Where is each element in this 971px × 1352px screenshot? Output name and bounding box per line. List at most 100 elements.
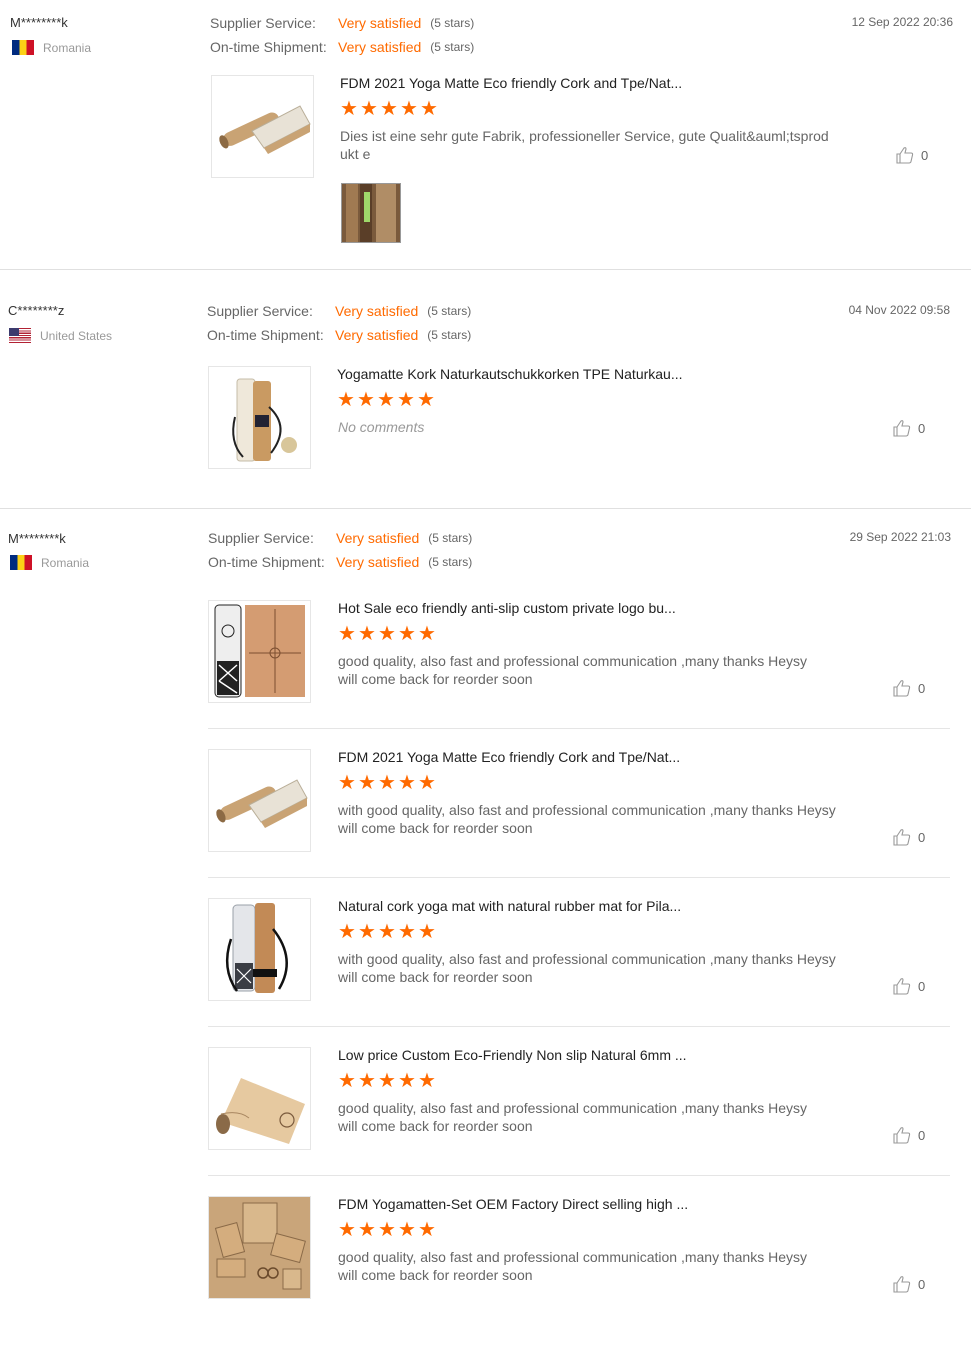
- product-thumbnail[interactable]: [208, 366, 311, 469]
- buyer-country: Romania: [10, 555, 89, 570]
- star-icon: ★: [338, 1068, 356, 1092]
- product-rating-stars: ★ ★ ★ ★ ★: [338, 1217, 436, 1241]
- like-count: 0: [918, 829, 926, 845]
- like-button[interactable]: 0: [896, 146, 928, 164]
- buyer-name: M********k: [8, 531, 66, 546]
- star-icon: ★: [360, 96, 378, 120]
- review-photo-image: [342, 184, 400, 242]
- product-item: Hot Sale eco friendly anti-slip custom p…: [208, 600, 950, 730]
- buyer-country: Romania: [12, 40, 91, 55]
- product-title[interactable]: Yogamatte Kork Naturkautschukkorken TPE …: [337, 366, 683, 382]
- product-title[interactable]: Natural cork yoga mat with natural rubbe…: [338, 898, 681, 914]
- product-title[interactable]: FDM Yogamatten-Set OEM Factory Direct se…: [338, 1196, 688, 1212]
- cork-mat-rubber-image: [209, 899, 310, 1000]
- thumbs-up-icon: [893, 680, 911, 697]
- star-icon: ★: [378, 1217, 396, 1241]
- star-icon: ★: [377, 387, 395, 411]
- shipment-rating: On-time Shipment: Very satisfied (5 star…: [208, 554, 472, 570]
- like-button[interactable]: 0: [893, 679, 925, 697]
- review-date: 12 Sep 2022 20:36: [851, 15, 953, 29]
- cork-mat-rolls-image: [212, 76, 313, 177]
- rating-label: On-time Shipment:: [208, 554, 325, 570]
- product-item: FDM 2021 Yoga Matte Eco friendly Cork an…: [208, 728, 950, 877]
- review-card: M********k Romania Supplier Service: Ver…: [0, 509, 971, 1352]
- review-date: 29 Sep 2022 21:03: [849, 530, 951, 544]
- rating-value: Very satisfied: [338, 15, 422, 31]
- rating-label: Supplier Service:: [210, 15, 316, 31]
- shipment-rating: On-time Shipment: Very satisfied (5 star…: [207, 327, 471, 343]
- united-states-flag-icon: [9, 328, 31, 343]
- star-icon: ★: [337, 387, 355, 411]
- star-icon: ★: [418, 1068, 436, 1092]
- product-thumbnail[interactable]: [208, 898, 311, 1001]
- review-photo[interactable]: [341, 183, 401, 243]
- star-icon: ★: [398, 1217, 416, 1241]
- thumbs-up-icon: [893, 829, 911, 846]
- product-title[interactable]: FDM 2021 Yoga Matte Eco friendly Cork an…: [340, 75, 682, 91]
- review-card: C********z United States Supplier Servic…: [0, 270, 971, 509]
- thumbs-up-icon: [893, 978, 911, 995]
- star-icon: ★: [378, 770, 396, 794]
- product-rating-stars: ★ ★ ★ ★ ★: [338, 919, 436, 943]
- product-title[interactable]: FDM 2021 Yoga Matte Eco friendly Cork an…: [338, 749, 680, 765]
- star-icon: ★: [338, 1217, 356, 1241]
- product-title[interactable]: Low price Custom Eco-Friendly Non slip N…: [338, 1047, 687, 1063]
- product-thumbnail[interactable]: [211, 75, 314, 178]
- like-count: 0: [918, 978, 926, 994]
- like-button[interactable]: 0: [893, 419, 925, 437]
- comment-line: will come back for reorder soon: [338, 1118, 533, 1134]
- star-icon: ★: [338, 770, 356, 794]
- thumbs-up-icon: [893, 1127, 911, 1144]
- rating-stars-text: (5 stars): [427, 328, 472, 342]
- supplier-service-rating: Supplier Service: Very satisfied (5 star…: [207, 303, 471, 319]
- comment-line: with good quality, also fast and profess…: [338, 951, 836, 967]
- thumbs-up-icon: [893, 420, 911, 437]
- rating-stars-text: (5 stars): [428, 531, 473, 545]
- product-thumbnail[interactable]: [208, 1196, 311, 1299]
- like-button[interactable]: 0: [893, 1126, 925, 1144]
- cork-mat-bag-image: [209, 601, 310, 702]
- rating-stars-text: (5 stars): [427, 304, 472, 318]
- product-item: FDM Yogamatten-Set OEM Factory Direct se…: [208, 1175, 950, 1324]
- review-comment: good quality, also fast and professional…: [338, 1248, 838, 1284]
- shipment-rating: On-time Shipment: Very satisfied (5 star…: [210, 39, 474, 55]
- rating-value: Very satisfied: [338, 39, 422, 55]
- star-icon: ★: [418, 621, 436, 645]
- rating-stars-text: (5 stars): [430, 40, 475, 54]
- product-thumbnail[interactable]: [208, 600, 311, 703]
- star-icon: ★: [398, 1068, 416, 1092]
- rating-stars-text: (5 stars): [430, 16, 475, 30]
- star-icon: ★: [420, 96, 438, 120]
- star-icon: ★: [418, 1217, 436, 1241]
- comment-line: will come back for reorder soon: [338, 671, 533, 687]
- rating-value: Very satisfied: [336, 530, 420, 546]
- country-label: Romania: [43, 40, 92, 55]
- thumbs-up-icon: [893, 1276, 911, 1293]
- product-rating-stars: ★ ★ ★ ★ ★: [338, 1068, 436, 1092]
- buyer-name: C********z: [8, 303, 65, 318]
- review-comment: with good quality, also fast and profess…: [338, 950, 838, 986]
- review-comment: Dies ist eine sehr gute Fabrik, professi…: [340, 128, 829, 162]
- like-button[interactable]: 0: [893, 977, 925, 995]
- star-icon: ★: [417, 387, 435, 411]
- star-icon: ★: [398, 621, 416, 645]
- romania-flag-icon: [12, 40, 34, 55]
- like-button[interactable]: 0: [893, 828, 925, 846]
- supplier-service-rating: Supplier Service: Very satisfied (5 star…: [208, 530, 472, 546]
- comment-line: good quality, also fast and professional…: [338, 1249, 807, 1265]
- like-button[interactable]: 0: [893, 1275, 925, 1293]
- rating-value: Very satisfied: [335, 327, 419, 343]
- country-label: Romania: [41, 555, 90, 570]
- product-thumbnail[interactable]: [208, 1047, 311, 1150]
- rating-label: On-time Shipment:: [207, 327, 324, 343]
- star-icon: ★: [338, 621, 356, 645]
- product-title[interactable]: Hot Sale eco friendly anti-slip custom p…: [338, 600, 676, 616]
- like-count: 0: [918, 420, 926, 436]
- star-icon: ★: [358, 919, 376, 943]
- romania-flag-icon: [10, 555, 32, 570]
- rating-value: Very satisfied: [335, 303, 419, 319]
- product-thumbnail[interactable]: [208, 749, 311, 852]
- review-comment: good quality, also fast and professional…: [338, 1099, 838, 1135]
- star-icon: ★: [398, 919, 416, 943]
- star-icon: ★: [358, 621, 376, 645]
